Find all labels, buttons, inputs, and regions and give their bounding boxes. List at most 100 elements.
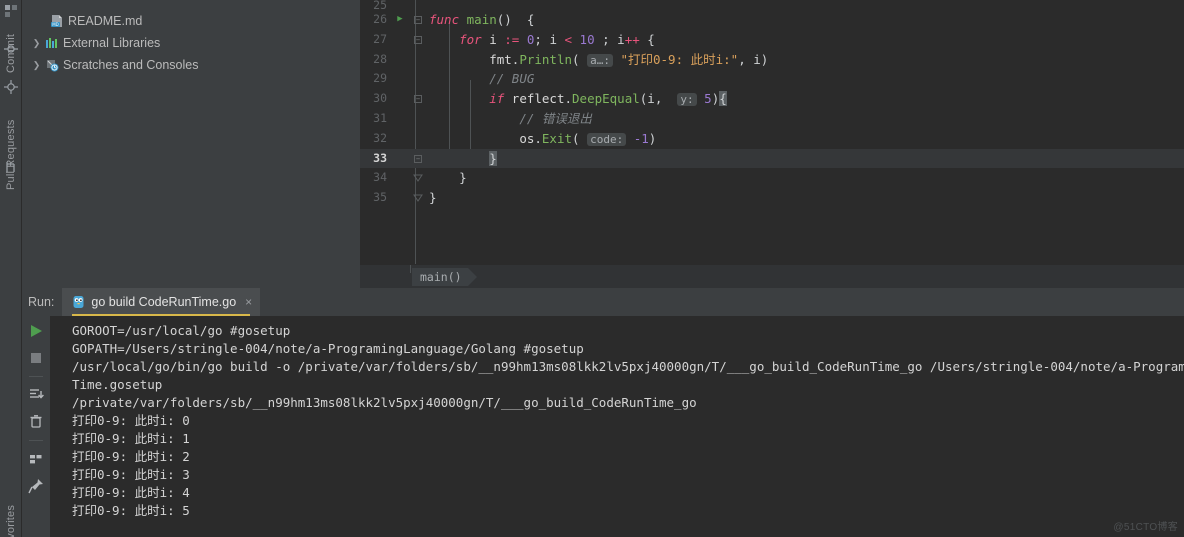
console-line: 打印0-9: 此时i: 4 xyxy=(72,485,190,500)
breadcrumb-tick xyxy=(410,265,411,273)
breadcrumb-item-main[interactable]: main() xyxy=(412,267,477,286)
code-text: // BUG xyxy=(489,71,535,87)
line-number: 28 xyxy=(373,51,387,66)
chevron-right-icon[interactable]: ❯ xyxy=(30,38,43,49)
code-line[interactable]: 30 − if reflect.DeepEqual(i, y: 5){ xyxy=(360,89,1184,109)
code-editor[interactable]: 25 26 ▶ − func main() { 27 − for i := 0;… xyxy=(360,0,1184,264)
fold-end-marker[interactable] xyxy=(407,188,429,208)
run-tool-window: Run: go build CodeRunTime.go × GOROOT=/u… xyxy=(22,288,1184,537)
svg-text:MD: MD xyxy=(52,22,59,27)
tree-item-external-libraries-label: External Libraries xyxy=(63,36,161,50)
console-line: GOROOT=/usr/local/go #gosetup xyxy=(72,323,291,338)
line-number: 27 xyxy=(373,31,387,46)
markdown-file-icon: MD xyxy=(48,14,65,28)
console-line: 打印0-9: 此时i: 3 xyxy=(72,467,190,482)
line-number: 35 xyxy=(373,190,387,205)
pull-request-icon[interactable] xyxy=(4,160,18,174)
console-area: GOROOT=/usr/local/go #gosetup GOPATH=/Us… xyxy=(22,316,1184,537)
fold-region-toggle[interactable]: − xyxy=(407,89,429,109)
line-number: 34 xyxy=(373,170,387,185)
chevron-right-icon[interactable]: ❯ xyxy=(30,60,43,71)
param-hint: y: xyxy=(677,93,697,107)
text-caret: { xyxy=(719,91,727,107)
tree-item-readme-label: README.md xyxy=(68,14,143,28)
code-text: if reflect.DeepEqual(i, y: 5){ xyxy=(489,91,727,107)
library-icon xyxy=(43,36,60,50)
code-line-current[interactable]: 33 − } xyxy=(360,148,1184,169)
console-line: GOPATH=/Users/stringle-004/note/a-Progra… xyxy=(72,341,584,356)
console-line: 打印0-9: 此时i: 1 xyxy=(72,431,190,446)
fold-region-toggle[interactable]: − xyxy=(407,30,429,50)
console-line: 打印0-9: 此时i: 2 xyxy=(72,449,190,464)
code-text: os.Exit( code: -1) xyxy=(519,130,657,146)
run-label: Run: xyxy=(28,295,55,309)
branch-icon[interactable] xyxy=(4,80,18,94)
project-tree-pane: MD README.md ❯ External Libraries ❯ Scra… xyxy=(22,0,360,288)
console-output[interactable]: GOROOT=/usr/local/go #gosetup GOPATH=/Us… xyxy=(50,316,1184,537)
code-line[interactable]: 27 − for i := 0; i < 10 ; i++ { xyxy=(360,30,1184,50)
fold-region-toggle[interactable]: − xyxy=(407,149,429,169)
console-action-gutter xyxy=(22,316,50,537)
code-text: } xyxy=(429,190,437,206)
breadcrumb-item-main-label: main() xyxy=(420,269,462,284)
console-line: /usr/local/go/bin/go build -o /private/v… xyxy=(72,359,1184,374)
sidebar-item-favorites[interactable]: Favorites xyxy=(0,498,22,537)
watermark: @51CTO博客 xyxy=(1113,522,1178,533)
run-gutter-icon[interactable]: ▶ xyxy=(393,10,407,30)
code-text: fmt.Println( a…: "打印0-9: 此时i:", i) xyxy=(489,51,769,67)
sidebar-item-pull-requests-label: Pull Requests xyxy=(5,119,17,191)
close-icon[interactable]: × xyxy=(245,295,252,309)
code-text: // 错误退出 xyxy=(519,110,592,126)
code-line[interactable]: 28 fmt.Println( a…: "打印0-9: 此时i:", i) xyxy=(360,50,1184,70)
console-line: Time.gosetup xyxy=(72,377,163,392)
tree-item-readme[interactable]: MD README.md xyxy=(22,10,360,32)
param-hint: code: xyxy=(587,132,627,146)
code-text: } xyxy=(459,170,467,186)
code-text: func main() { xyxy=(429,12,535,27)
clear-all-button[interactable] xyxy=(27,413,45,431)
project-structure-icon[interactable] xyxy=(4,4,18,18)
run-tool-window-header: Run: go build CodeRunTime.go × xyxy=(22,288,1184,316)
fold-region-toggle[interactable]: − xyxy=(407,10,429,30)
console-line: 打印0-9: 此时i: 0 xyxy=(72,413,190,428)
param-hint: a…: xyxy=(587,53,613,67)
line-number: 32 xyxy=(373,130,387,145)
line-number: 30 xyxy=(373,91,387,106)
scratches-icon xyxy=(43,58,60,72)
go-gopher-icon xyxy=(72,295,85,309)
console-line: 打印0-9: 此时i: 5 xyxy=(72,503,190,518)
tree-item-external-libraries[interactable]: ❯ External Libraries xyxy=(22,32,360,54)
line-number: 26 xyxy=(373,12,387,26)
run-tab-title: go build CodeRunTime.go xyxy=(91,295,237,309)
run-tab-go-build[interactable]: go build CodeRunTime.go × xyxy=(62,288,261,316)
breadcrumb: main() xyxy=(360,264,1184,288)
stop-button[interactable] xyxy=(27,349,45,367)
rerun-button[interactable] xyxy=(27,322,45,340)
pin-icon[interactable] xyxy=(27,477,45,495)
line-number: 31 xyxy=(373,110,387,125)
scroll-to-end-button[interactable] xyxy=(27,386,45,404)
console-line: /private/var/folders/sb/__n99hm13ms08lkk… xyxy=(72,395,697,410)
code-line[interactable]: 29 // BUG xyxy=(360,69,1184,89)
code-line[interactable]: 25 xyxy=(360,0,1184,12)
fold-end-marker[interactable] xyxy=(407,168,429,188)
code-line[interactable]: 34 } xyxy=(360,168,1184,188)
divider xyxy=(29,440,43,441)
code-line[interactable]: 31 // 错误退出 xyxy=(360,109,1184,129)
code-text: for i := 0; i < 10 ; i++ { xyxy=(459,31,655,47)
line-number: 29 xyxy=(373,71,387,86)
line-number: 25 xyxy=(373,0,387,12)
sidebar-item-pull-requests[interactable]: Pull Requests xyxy=(0,112,22,198)
divider xyxy=(29,376,43,377)
commit-icon[interactable] xyxy=(4,42,18,56)
code-line[interactable]: 35 } xyxy=(360,188,1184,208)
code-line[interactable]: 32 os.Exit( code: -1) xyxy=(360,129,1184,149)
soft-wrap-button[interactable] xyxy=(27,450,45,468)
tree-item-scratches-and-consoles-label: Scratches and Consoles xyxy=(63,58,199,72)
code-text: } xyxy=(489,150,497,166)
tree-item-scratches-and-consoles[interactable]: ❯ Scratches and Consoles xyxy=(22,54,360,76)
ide-window: Commit Pull Requests Favorites MD README… xyxy=(0,0,1184,537)
code-line[interactable]: 26 ▶ − func main() { xyxy=(360,10,1184,30)
sidebar-item-favorites-label: Favorites xyxy=(5,504,17,537)
